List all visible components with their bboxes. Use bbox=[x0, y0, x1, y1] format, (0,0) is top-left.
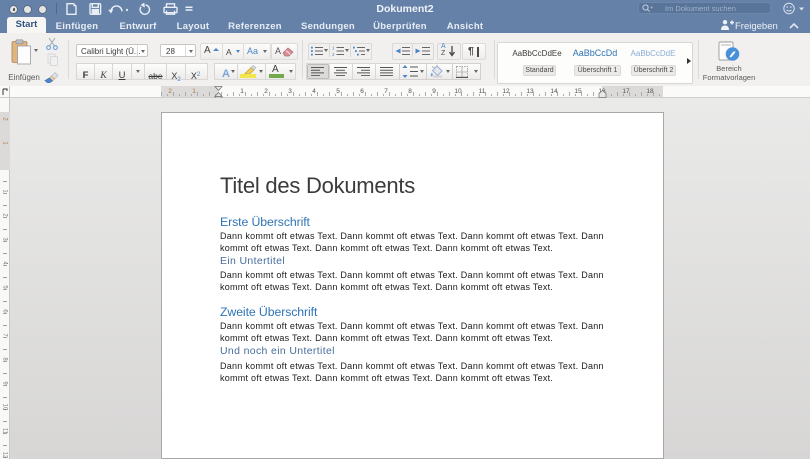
svg-text:2: 2 bbox=[332, 52, 335, 56]
svg-text:1: 1 bbox=[332, 46, 335, 50]
